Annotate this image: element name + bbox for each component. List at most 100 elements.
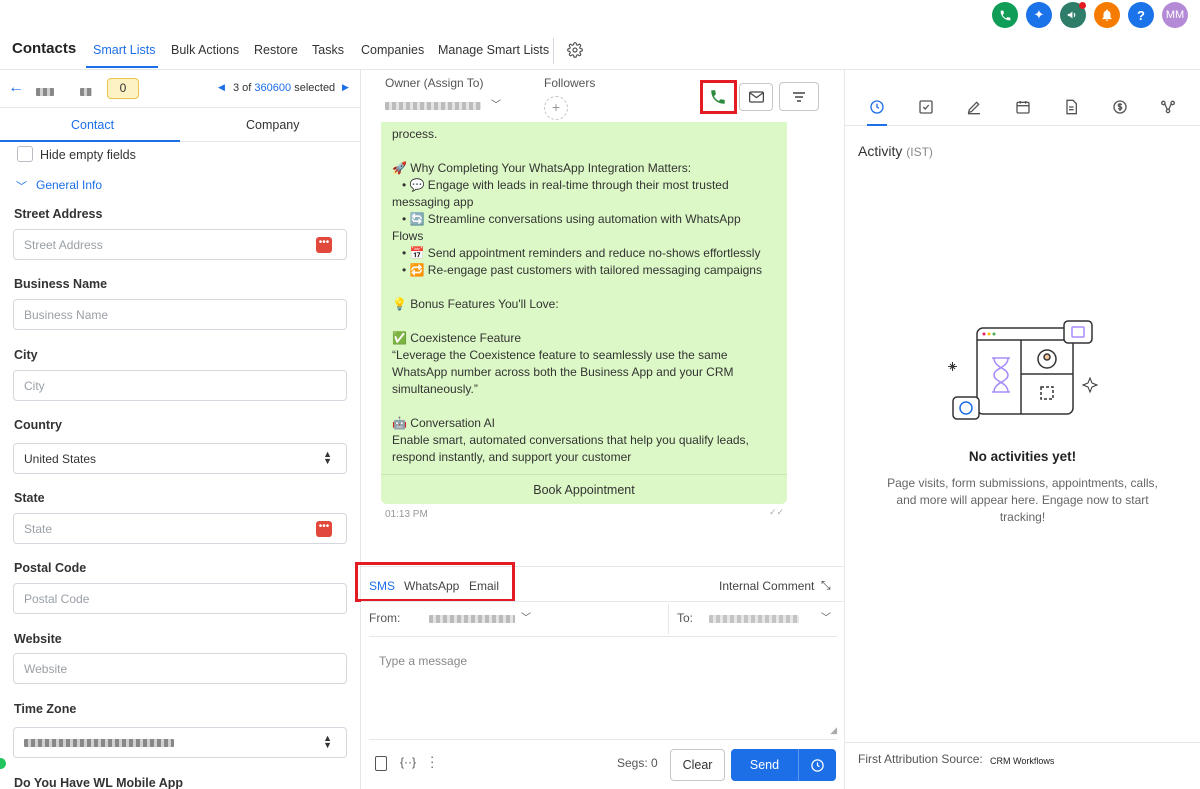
postal-code-placeholder: Postal Code — [24, 592, 90, 606]
empty-state-illustration — [947, 318, 1107, 438]
read-receipt-icon: ✓✓ — [769, 507, 785, 517]
message-line: simultaneously.” — [392, 382, 478, 396]
tab-contact[interactable]: Contact — [71, 118, 114, 132]
country-value: United States — [24, 452, 97, 466]
custom-values-icon[interactable]: {··} — [400, 755, 416, 769]
clear-button[interactable]: Clear — [670, 749, 725, 781]
tab-company[interactable]: Company — [246, 118, 300, 132]
workflow-icon[interactable] — [1160, 99, 1176, 115]
time-zone-redacted — [24, 739, 174, 747]
whatsapp-message-bubble: process. 🚀 Why Completing Your WhatsApp I… — [381, 122, 787, 504]
label-country: Country — [14, 418, 62, 432]
label-city: City — [14, 348, 38, 362]
contact-details-panel: ← 0 ◀ 3 of 360600 selected ▶ Contact Com… — [0, 70, 361, 789]
label-wl-mobile-app: Do You Have WL Mobile App — [14, 776, 183, 789]
document-icon[interactable] — [375, 756, 387, 771]
status-dot — [0, 758, 6, 769]
country-select[interactable]: United States ▲ ▼ — [13, 443, 347, 474]
empty-desc-line: and more will appear here. Engage now to… — [896, 493, 1149, 507]
activity-panel: Activity (IST) No activities yet! Page v… — [845, 70, 1200, 789]
message-line — [392, 279, 776, 296]
owner-redacted — [385, 102, 481, 110]
tab-manage-smart-lists[interactable]: Manage Smart Lists — [438, 43, 549, 57]
activity-title-text: Activity — [858, 143, 903, 159]
checkbox-icon[interactable] — [918, 99, 934, 115]
tab-tasks[interactable]: Tasks — [312, 43, 344, 57]
state-field[interactable]: State ••• — [13, 513, 347, 544]
avatar[interactable]: MM — [1162, 2, 1188, 28]
owner-select[interactable]: ﹀ — [385, 98, 505, 116]
phone-icon[interactable] — [992, 2, 1018, 28]
tab-smart-lists[interactable]: Smart Lists — [93, 43, 156, 57]
street-address-field[interactable]: Street Address ••• — [13, 229, 347, 260]
message-line: WhatsApp number across both the Business… — [392, 365, 734, 379]
calendar-icon[interactable] — [1015, 99, 1031, 115]
label-postal-code: Postal Code — [14, 561, 87, 575]
tab-restore[interactable]: Restore — [254, 43, 298, 57]
street-address-placeholder: Street Address — [24, 238, 103, 252]
highlight-box-call — [700, 80, 737, 114]
message-line: 💡 Bonus Features You'll Love: — [392, 297, 559, 311]
collapse-icon[interactable]: ⤡ — [821, 578, 831, 593]
dollar-icon[interactable] — [1112, 99, 1128, 115]
clock-icon[interactable] — [869, 99, 885, 115]
more-options-icon[interactable]: ••• — [316, 521, 332, 537]
pen-icon[interactable] — [966, 99, 982, 115]
label-business-name: Business Name — [14, 277, 108, 291]
message-input[interactable]: Type a message ◢ — [369, 648, 837, 736]
chevron-down-icon: ﹀ — [821, 613, 831, 624]
hide-empty-checkbox[interactable] — [17, 146, 33, 162]
book-appointment-button[interactable]: Book Appointment — [381, 474, 787, 504]
back-arrow-icon[interactable]: ← — [8, 79, 24, 97]
select-arrows-icon: ▲ ▼ — [323, 449, 332, 466]
top-bar: ✦ ? MM — [0, 0, 1200, 32]
message-line: respond instantly, and support your cust… — [392, 450, 632, 464]
tab-companies[interactable]: Companies — [361, 43, 424, 57]
help-icon[interactable]: ? — [1128, 2, 1154, 28]
gear-icon[interactable] — [567, 42, 583, 58]
city-field[interactable]: City — [13, 370, 347, 401]
tab-bulk-actions[interactable]: Bulk Actions — [171, 43, 239, 57]
add-follower-button[interactable]: + — [544, 96, 568, 120]
select-arrows-icon: ▲ ▼ — [323, 733, 332, 750]
count-badge: 0 — [107, 78, 139, 99]
document-icon[interactable] — [1063, 99, 1079, 115]
to-select[interactable]: ﹀ — [701, 611, 835, 627]
postal-code-field[interactable]: Postal Code — [13, 583, 347, 614]
to-label: To: — [677, 611, 694, 625]
message-line: • 🔁 Re-engage past customers with tailor… — [402, 263, 762, 277]
filter-button[interactable] — [779, 82, 819, 111]
active-tab-indicator — [86, 66, 158, 68]
more-vertical-icon[interactable]: · · · — [430, 750, 434, 773]
next-contact-icon[interactable]: ▶ — [342, 82, 349, 93]
contact-name-redacted — [36, 84, 92, 99]
segment-count: Segs: 0 — [617, 756, 658, 770]
chevron-down-icon[interactable]: ﹀ — [16, 178, 27, 194]
empty-desc-line: tracking! — [999, 510, 1046, 524]
pager-suffix: selected — [294, 82, 336, 94]
email-button[interactable] — [739, 83, 773, 111]
to-number-redacted — [709, 615, 799, 623]
magic-icon[interactable]: ✦ — [1026, 2, 1052, 28]
message-timestamp: 01:13 PM — [385, 509, 428, 520]
time-zone-select[interactable]: ▲ ▼ — [13, 727, 347, 758]
internal-comment-tab[interactable]: Internal Comment — [719, 579, 814, 593]
send-button[interactable]: Send — [731, 749, 798, 781]
notification-dot — [1079, 2, 1086, 9]
resize-handle-icon[interactable]: ◢ — [830, 725, 837, 736]
more-options-icon[interactable]: ••• — [316, 237, 332, 253]
megaphone-icon[interactable] — [1060, 2, 1086, 28]
bell-icon[interactable] — [1094, 2, 1120, 28]
attribution-label: First Attribution Source: — [858, 752, 983, 766]
business-name-field[interactable]: Business Name — [13, 299, 347, 330]
website-field[interactable]: Website — [13, 653, 347, 684]
prev-contact-icon[interactable]: ◀ — [218, 82, 225, 93]
from-select[interactable]: ﹀ — [409, 611, 535, 627]
contact-header: ← 0 ◀ 3 of 360600 selected ▶ — [0, 70, 360, 108]
followers-label: Followers — [544, 76, 596, 90]
message-line: • 🔄 Streamline conversations using autom… — [402, 212, 741, 226]
schedule-send-button[interactable] — [798, 749, 836, 781]
pager-total[interactable]: 360600 — [254, 82, 291, 94]
section-general-info[interactable]: General Info — [36, 178, 102, 192]
from-label: From: — [369, 611, 401, 625]
